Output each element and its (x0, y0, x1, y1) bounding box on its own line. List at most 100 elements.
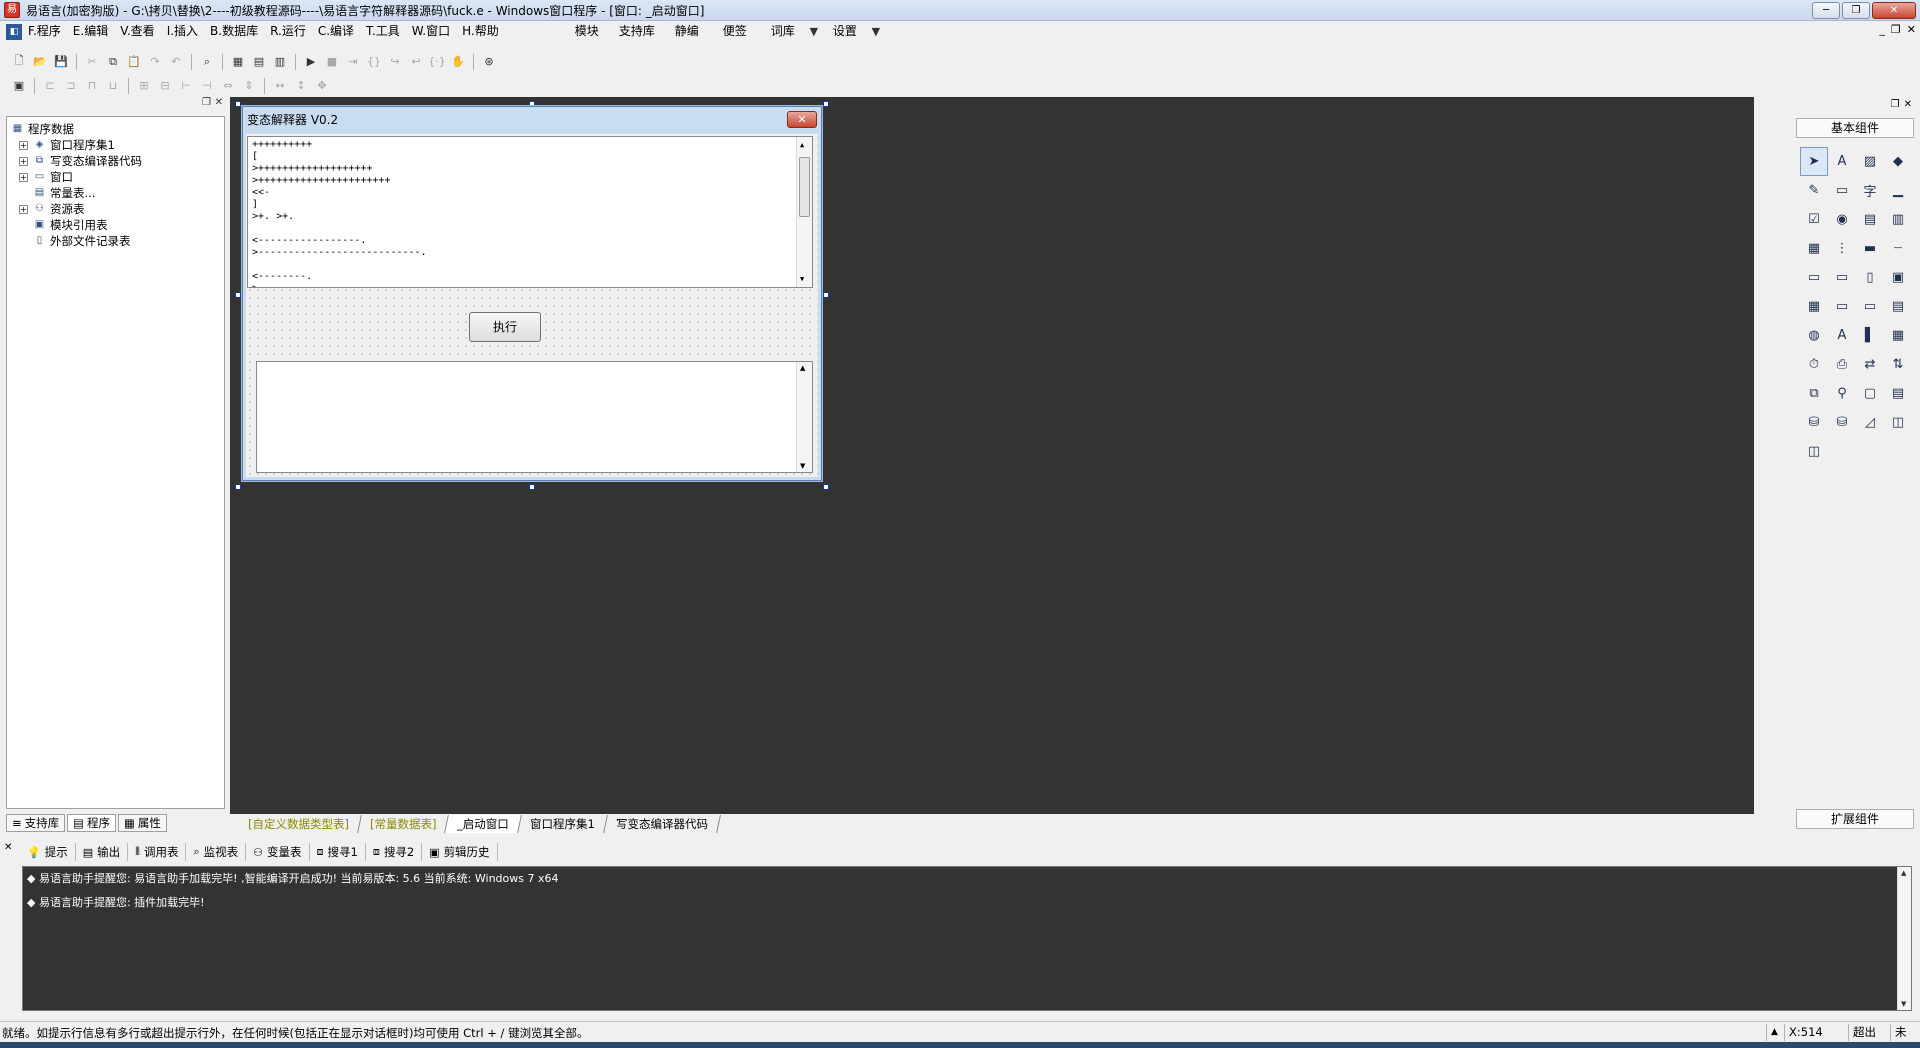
db2-icon[interactable]: ⛁ (1828, 408, 1856, 437)
copy-icon[interactable]: ⧉ (104, 54, 122, 70)
color-icon[interactable]: ◍ (1800, 321, 1828, 350)
resize-handle[interactable] (235, 484, 241, 490)
line-icon[interactable]: ▁ (1884, 176, 1912, 205)
listbox-icon[interactable]: ▥ (1884, 205, 1912, 234)
tab-support-lib[interactable]: ≡ 支持库 (6, 814, 66, 832)
expand-icon[interactable]: + (19, 156, 28, 166)
menu-program[interactable]: F.程序 (22, 22, 67, 41)
tab-search2[interactable]: ⧈ 搜寻2 (366, 843, 423, 861)
scroll-icon[interactable]: ⋮ (1828, 234, 1856, 263)
align-right-icon[interactable]: ⊐ (62, 78, 80, 94)
tab-window-assembly[interactable]: 窗口程序集1 (518, 815, 608, 833)
run-icon[interactable]: ▶ (302, 54, 320, 70)
settings-dropdown-icon[interactable]: ▼ (867, 24, 885, 40)
scroll-down-icon[interactable]: ▼ (800, 273, 804, 285)
combobox-icon[interactable]: ▤ (1856, 205, 1884, 234)
menu-view[interactable]: V.查看 (114, 22, 160, 41)
tree-item[interactable]: + ⧉ 写变态编译器代码 (11, 153, 220, 169)
same-width-icon[interactable]: ⇔ (219, 78, 237, 94)
shape-icon[interactable]: ◆ (1884, 147, 1912, 176)
chart-icon[interactable]: ◿ (1856, 408, 1884, 437)
tree-item[interactable]: ▤ 常量表... (11, 185, 220, 201)
resize-handle[interactable] (235, 101, 241, 107)
step-icon[interactable]: ⇥ (344, 54, 362, 70)
font-icon[interactable]: A (1828, 321, 1856, 350)
tab-hint[interactable]: 💡 提示 (20, 843, 76, 861)
tree-item[interactable]: + ⚇ 资源表 (11, 201, 220, 217)
panel-restore-icon[interactable]: ❐ (1891, 99, 1900, 110)
mdi-restore-icon[interactable]: ❐ (1891, 23, 1901, 36)
step-over-icon[interactable]: ↪ (386, 54, 404, 70)
center-v-icon[interactable]: ⊟ (156, 78, 174, 94)
align-top-icon[interactable]: ⊓ (83, 78, 101, 94)
save-icon[interactable]: 💾 (52, 54, 70, 70)
form-close-button[interactable]: ✕ (787, 111, 817, 128)
net-icon[interactable]: ⧉ (1800, 379, 1828, 408)
tab-watch[interactable]: ⌕ 监视表 (186, 843, 247, 861)
menu-help[interactable]: H.帮助 (456, 22, 505, 41)
scroll-up-icon[interactable]: ▲ (800, 364, 805, 372)
checkbox-icon[interactable]: ☑ (1800, 205, 1828, 234)
tab-search1[interactable]: ⧈ 搜寻1 (310, 843, 366, 861)
link-icon[interactable]: ⇄ (1856, 350, 1884, 379)
stop-icon[interactable]: ■ (323, 54, 341, 70)
output-scrollbar[interactable]: ▲ ▼ (796, 362, 812, 472)
progress-icon[interactable]: ▭ (1800, 263, 1828, 292)
dir-icon[interactable]: ▭ (1828, 292, 1856, 321)
window-layout-icon[interactable]: ▦ (229, 54, 247, 70)
space-h-icon[interactable]: ⊢ (177, 78, 195, 94)
menu-module[interactable]: 模块 (565, 22, 609, 41)
text-icon[interactable]: 字 (1856, 176, 1884, 205)
resize-handle[interactable] (823, 292, 829, 298)
center-h-icon[interactable]: ⊞ (135, 78, 153, 94)
toolbar-icon[interactable]: ▤ (1884, 379, 1912, 408)
window-layout2-icon[interactable]: ▤ (250, 54, 268, 70)
tab-compiler-code[interactable]: 写变态编译器代码 (604, 815, 721, 833)
tab-output[interactable]: ▤ 输出 (76, 843, 129, 861)
output-panel[interactable]: ◆ 易语言助手提醒您: 易语言助手加载完毕! ,智能编译开启成功! 当前易版本:… (22, 866, 1912, 1011)
menu-run[interactable]: R.运行 (264, 22, 312, 41)
wordlib-dropdown-icon[interactable]: ▼ (805, 24, 823, 40)
resize-handle[interactable] (235, 292, 241, 298)
tree-item[interactable]: + ◈ 窗口程序集1 (11, 137, 220, 153)
tab-clipboard-history[interactable]: ▣ 剪辑历史 (422, 843, 498, 861)
split-icon[interactable]: ▌ (1856, 321, 1884, 350)
scroll-thumb[interactable] (799, 157, 810, 217)
grid-toggle-icon[interactable]: ▣ (10, 78, 28, 94)
scroll-up-icon[interactable]: ▲ (800, 139, 804, 151)
execute-button[interactable]: 执行 (469, 312, 541, 342)
basic-components-header[interactable]: 基本组件 (1796, 118, 1914, 138)
space-v-icon[interactable]: ⊣ (198, 78, 216, 94)
timer-icon[interactable]: ⏱ (1800, 350, 1828, 379)
edit-icon[interactable]: ✎ (1800, 176, 1828, 205)
tab-program[interactable]: ▤ 程序 (67, 814, 117, 832)
design-form[interactable]: 变态解释器 V0.2 ✕ ++++++++++[>+++++++++++++++… (242, 106, 822, 481)
mdi-minimize-icon[interactable]: _ (1879, 23, 1885, 36)
expand-icon[interactable]: + (19, 140, 28, 150)
align-left-icon[interactable]: ⊏ (41, 78, 59, 94)
radio-icon[interactable]: ◉ (1828, 205, 1856, 234)
groupbox-icon[interactable]: ▭ (1828, 176, 1856, 205)
size-width-icon[interactable]: ↔ (271, 78, 289, 94)
cut-icon[interactable]: ✂ (83, 54, 101, 70)
resize-handle[interactable] (529, 484, 535, 490)
printer-icon[interactable]: ⎙ (1828, 350, 1856, 379)
tab-variables[interactable]: ⚇ 变量表 (246, 843, 310, 861)
db-icon[interactable]: ⛁ (1800, 408, 1828, 437)
extended-components-footer[interactable]: 扩展组件 (1796, 809, 1914, 829)
step-into-icon[interactable]: {} (365, 54, 383, 70)
new-file-icon[interactable]: 🗋 (10, 54, 28, 70)
menu-settings[interactable]: 设置 (823, 22, 867, 41)
menu-support-lib[interactable]: 支持库 (609, 22, 665, 41)
file-icon[interactable]: ▤ (1884, 292, 1912, 321)
panel-restore-icon[interactable]: ❐ (202, 97, 211, 108)
step-out-icon[interactable]: ↩ (407, 54, 425, 70)
run-to-icon[interactable]: {·} (428, 54, 446, 70)
resize-handle[interactable] (823, 101, 829, 107)
picture-icon[interactable]: ▨ (1856, 147, 1884, 176)
menu-edit[interactable]: E.编辑 (67, 22, 114, 41)
undo-icon[interactable]: ↶ (167, 54, 185, 70)
size-both-icon[interactable]: ✥ (313, 78, 331, 94)
odbc2-icon[interactable]: ◫ (1800, 437, 1828, 466)
restore-button[interactable]: ❐ (1842, 2, 1870, 19)
